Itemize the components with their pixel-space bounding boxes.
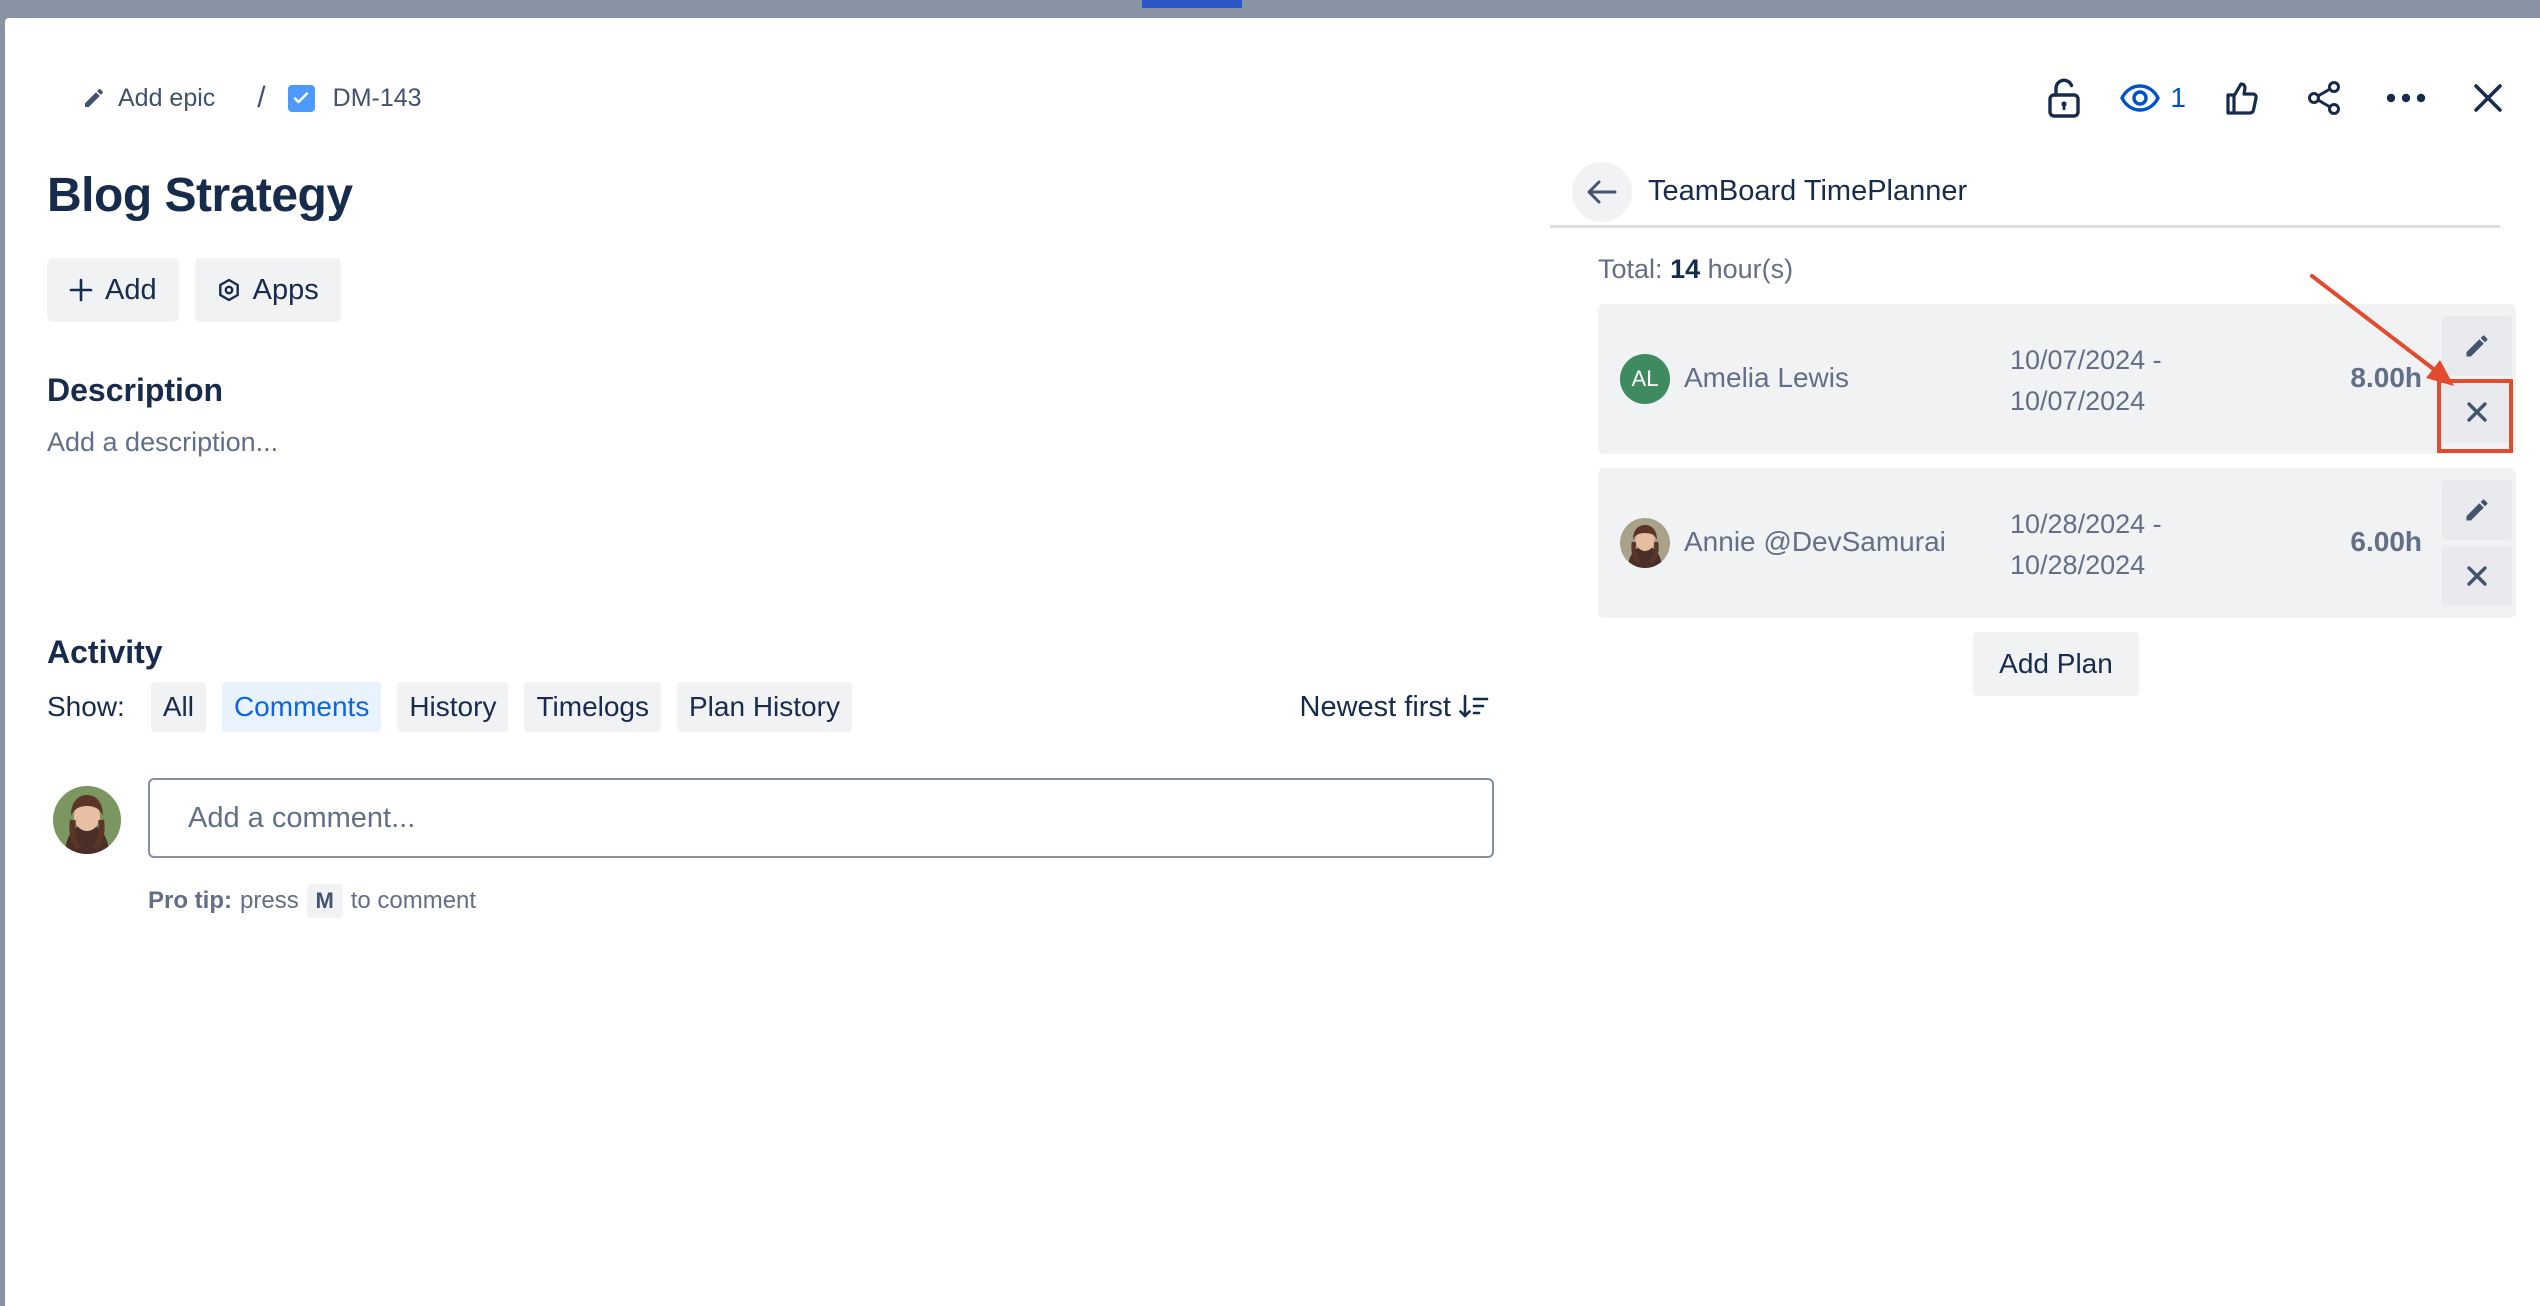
sort-descending-icon bbox=[1459, 694, 1489, 718]
more-icon bbox=[2386, 93, 2426, 103]
lock-open-icon bbox=[2048, 78, 2081, 118]
thumbs-up-icon bbox=[2226, 82, 2258, 115]
watch-count: 1 bbox=[2170, 82, 2186, 113]
share-button[interactable] bbox=[2298, 72, 2350, 124]
plan-avatar: AL bbox=[1620, 354, 1670, 404]
current-user-avatar bbox=[53, 786, 121, 854]
timeplanner-panel-header: TeamBoard TimePlanner bbox=[1550, 158, 2500, 228]
pencil-icon bbox=[2466, 499, 2488, 521]
activity-filter-row: Show: All Comments History Timelogs Plan… bbox=[47, 682, 1489, 732]
plan-user-name: Annie @DevSamurai bbox=[1684, 526, 1946, 557]
plan-user-name: Amelia Lewis bbox=[1684, 362, 1849, 393]
breadcrumb: Add epic / DM-143 bbox=[82, 78, 422, 118]
description-placeholder[interactable]: Add a description... bbox=[47, 427, 278, 458]
filter-history[interactable]: History bbox=[397, 682, 509, 732]
total-suffix: hour(s) bbox=[1707, 254, 1794, 284]
top-accent-bar bbox=[1142, 0, 1242, 8]
edit-plan-button[interactable] bbox=[2442, 480, 2512, 540]
breadcrumb-separator: / bbox=[257, 81, 266, 114]
plan-hours: 6.00h bbox=[2350, 526, 2422, 557]
show-label: Show: bbox=[47, 691, 125, 722]
filter-comments[interactable]: Comments bbox=[221, 682, 382, 732]
pro-tip-label: Pro tip: bbox=[148, 887, 232, 914]
plan-date-end: 10/07/2024 bbox=[2010, 386, 2146, 416]
plan-avatar bbox=[1620, 518, 1670, 568]
plan-row: Annie @DevSamurai 10/28/2024 - 10/28/202… bbox=[1598, 468, 2516, 618]
eye-icon bbox=[2120, 84, 2161, 112]
background-strip bbox=[0, 0, 2540, 18]
pro-tip-press: press bbox=[240, 887, 299, 914]
add-button[interactable]: Add bbox=[47, 258, 179, 322]
activity-heading: Activity bbox=[47, 634, 163, 670]
apps-button[interactable]: Apps bbox=[194, 258, 341, 322]
filter-timelogs[interactable]: Timelogs bbox=[524, 682, 661, 732]
description-heading: Description bbox=[47, 372, 224, 408]
total-prefix: Total: bbox=[1598, 254, 1663, 284]
more-actions-button[interactable] bbox=[2380, 72, 2432, 124]
plan-date-start: 10/07/2024 - bbox=[2010, 345, 2162, 375]
share-icon bbox=[2308, 81, 2340, 115]
comment-input[interactable]: Add a comment... bbox=[148, 778, 1494, 858]
arrow-left-icon bbox=[1587, 180, 1617, 203]
close-modal-button[interactable] bbox=[2462, 72, 2514, 124]
plan-date-range: 10/07/2024 - 10/07/2024 bbox=[2010, 340, 2162, 422]
filter-all[interactable]: All bbox=[150, 682, 206, 732]
like-button[interactable] bbox=[2216, 72, 2268, 124]
pro-tip: Pro tip: press M to comment bbox=[148, 884, 476, 918]
annotation-arrow-icon bbox=[2310, 274, 2454, 386]
issue-key: DM-143 bbox=[332, 83, 422, 112]
header-actions: 1 bbox=[2038, 70, 2514, 126]
pro-tip-tail: to comment bbox=[350, 887, 477, 914]
pro-tip-key: M bbox=[306, 884, 343, 918]
issue-toolbar: Add Apps bbox=[47, 258, 341, 322]
apps-icon bbox=[218, 278, 239, 302]
plan-date-range: 10/28/2024 - 10/28/2024 bbox=[2010, 504, 2162, 586]
panel-title: TeamBoard TimePlanner bbox=[1648, 175, 1968, 207]
watch-button[interactable]: 1 bbox=[2120, 72, 2186, 124]
apps-button-label: Apps bbox=[252, 273, 319, 306]
sort-toggle[interactable]: Newest first bbox=[1300, 691, 1489, 724]
add-epic-label: Add epic bbox=[118, 83, 216, 112]
close-icon bbox=[2474, 84, 2502, 112]
plan-date-end: 10/28/2024 bbox=[2010, 550, 2146, 580]
plan-date-start: 10/28/2024 - bbox=[2010, 509, 2162, 539]
filter-plan-history[interactable]: Plan History bbox=[677, 682, 852, 732]
add-epic-link[interactable]: Add epic bbox=[82, 84, 215, 113]
sort-label: Newest first bbox=[1299, 690, 1451, 723]
total-hours: Total: 14 hour(s) bbox=[1598, 254, 1793, 285]
issue-key-link[interactable]: DM-143 bbox=[287, 83, 422, 113]
add-plan-button[interactable]: Add Plan bbox=[1973, 632, 2139, 696]
restrict-button[interactable] bbox=[2038, 72, 2090, 124]
plus-icon bbox=[69, 278, 93, 302]
close-icon bbox=[2467, 566, 2487, 586]
delete-plan-button[interactable] bbox=[2442, 546, 2512, 606]
add-button-label: Add bbox=[105, 273, 157, 306]
pencil-icon bbox=[85, 88, 103, 107]
total-value: 14 bbox=[1670, 254, 1701, 284]
issue-title[interactable]: Blog Strategy bbox=[47, 168, 353, 223]
back-button[interactable] bbox=[1572, 161, 1632, 222]
task-checkbox-icon bbox=[287, 84, 315, 112]
